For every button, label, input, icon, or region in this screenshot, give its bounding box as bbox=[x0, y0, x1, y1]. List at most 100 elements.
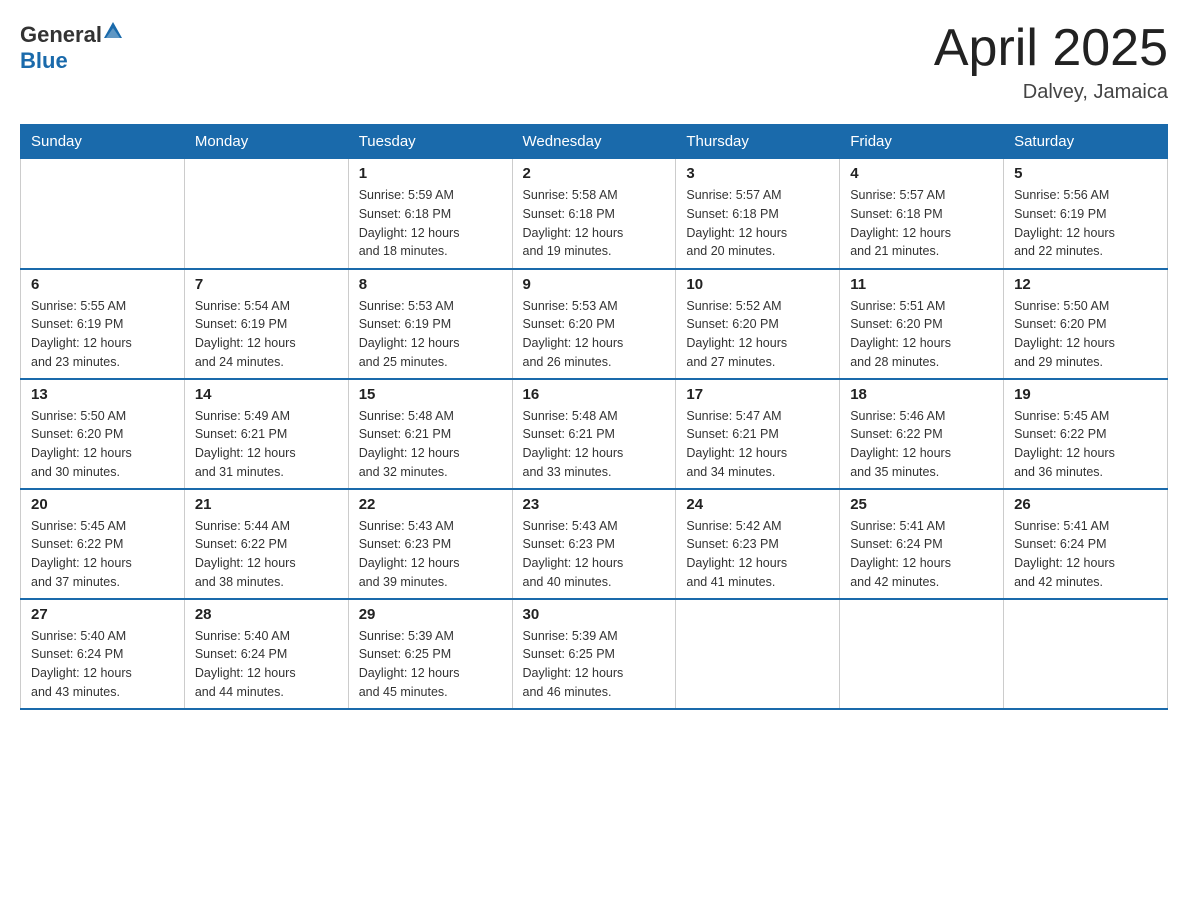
day-info: Sunrise: 5:48 AMSunset: 6:21 PMDaylight:… bbox=[523, 407, 666, 482]
day-info: Sunrise: 5:51 AMSunset: 6:20 PMDaylight:… bbox=[850, 297, 993, 372]
day-info: Sunrise: 5:47 AMSunset: 6:21 PMDaylight:… bbox=[686, 407, 829, 482]
calendar-cell: 28 Sunrise: 5:40 AMSunset: 6:24 PMDayligh… bbox=[184, 599, 348, 709]
day-info: Sunrise: 5:41 AMSunset: 6:24 PMDaylight:… bbox=[850, 517, 993, 592]
day-number: 24 bbox=[686, 496, 829, 513]
calendar-cell: 18Sunrise: 5:46 AMSunset: 6:22 PMDayligh… bbox=[840, 379, 1004, 489]
calendar-cell: 20 Sunrise: 5:45 AMSunset: 6:22 PMDayligh… bbox=[21, 489, 185, 599]
day-number: 7 bbox=[195, 276, 338, 293]
calendar-cell: 29 Sunrise: 5:39 AMSunset: 6:25 PMDayligh… bbox=[348, 599, 512, 709]
day-info: Sunrise: 5:50 AMSunset: 6:20 PMDaylight:… bbox=[1014, 297, 1157, 372]
page-subtitle: Dalvey, Jamaica bbox=[934, 81, 1168, 104]
day-number: 25 bbox=[850, 496, 993, 513]
calendar-cell: 8 Sunrise: 5:53 AMSunset: 6:19 PMDaylight… bbox=[348, 269, 512, 379]
day-info: Sunrise: 5:41 AMSunset: 6:24 PMDaylight:… bbox=[1014, 517, 1157, 592]
day-number: 9 bbox=[523, 276, 666, 293]
day-info: Sunrise: 5:52 AMSunset: 6:20 PMDaylight:… bbox=[686, 297, 829, 372]
calendar-cell: 10 Sunrise: 5:52 AMSunset: 6:20 PMDayligh… bbox=[676, 269, 840, 379]
calendar-cell: 19Sunrise: 5:45 AMSunset: 6:22 PMDayligh… bbox=[1004, 379, 1168, 489]
page-header: General Blue April 2025 Dalvey, Jamaica bbox=[20, 20, 1168, 104]
day-info: Sunrise: 5:55 AMSunset: 6:19 PMDaylight:… bbox=[31, 297, 174, 372]
day-info: Sunrise: 5:43 AMSunset: 6:23 PMDaylight:… bbox=[359, 517, 502, 592]
day-number: 27 bbox=[31, 606, 174, 623]
calendar-cell bbox=[184, 159, 348, 269]
logo-blue: Blue bbox=[20, 48, 68, 73]
calendar-cell: 3Sunrise: 5:57 AMSunset: 6:18 PMDaylight… bbox=[676, 159, 840, 269]
calendar-week-2: 6 Sunrise: 5:55 AMSunset: 6:19 PMDaylight… bbox=[21, 269, 1168, 379]
calendar-cell: 30Sunrise: 5:39 AMSunset: 6:25 PMDayligh… bbox=[512, 599, 676, 709]
day-info: Sunrise: 5:53 AMSunset: 6:20 PMDaylight:… bbox=[523, 297, 666, 372]
calendar-cell: 16 Sunrise: 5:48 AMSunset: 6:21 PMDayligh… bbox=[512, 379, 676, 489]
logo-icon bbox=[102, 20, 124, 42]
calendar-header: SundayMondayTuesdayWednesdayThursdayFrid… bbox=[21, 125, 1168, 159]
day-info: Sunrise: 5:56 AMSunset: 6:19 PMDaylight:… bbox=[1014, 186, 1157, 261]
day-number: 20 bbox=[31, 496, 174, 513]
calendar-week-1: 1 Sunrise: 5:59 AMSunset: 6:18 PMDaylight… bbox=[21, 159, 1168, 269]
day-info: Sunrise: 5:57 AMSunset: 6:18 PMDaylight:… bbox=[686, 186, 829, 261]
day-number: 23 bbox=[523, 496, 666, 513]
day-info: Sunrise: 5:46 AMSunset: 6:22 PMDaylight:… bbox=[850, 407, 993, 482]
calendar-cell: 4 Sunrise: 5:57 AMSunset: 6:18 PMDaylight… bbox=[840, 159, 1004, 269]
calendar-cell: 5 Sunrise: 5:56 AMSunset: 6:19 PMDaylight… bbox=[1004, 159, 1168, 269]
calendar-cell: 23 Sunrise: 5:43 AMSunset: 6:23 PMDayligh… bbox=[512, 489, 676, 599]
calendar-cell: 6 Sunrise: 5:55 AMSunset: 6:19 PMDaylight… bbox=[21, 269, 185, 379]
day-info: Sunrise: 5:53 AMSunset: 6:19 PMDaylight:… bbox=[359, 297, 502, 372]
calendar-cell: 15Sunrise: 5:48 AMSunset: 6:21 PMDayligh… bbox=[348, 379, 512, 489]
day-number: 29 bbox=[359, 606, 502, 623]
day-info: Sunrise: 5:59 AMSunset: 6:18 PMDaylight:… bbox=[359, 186, 502, 261]
calendar-cell bbox=[1004, 599, 1168, 709]
calendar-cell: 26 Sunrise: 5:41 AMSunset: 6:24 PMDayligh… bbox=[1004, 489, 1168, 599]
day-info: Sunrise: 5:48 AMSunset: 6:21 PMDaylight:… bbox=[359, 407, 502, 482]
day-number: 8 bbox=[359, 276, 502, 293]
calendar-week-4: 20 Sunrise: 5:45 AMSunset: 6:22 PMDayligh… bbox=[21, 489, 1168, 599]
day-number: 17 bbox=[686, 386, 829, 403]
calendar-week-3: 13Sunrise: 5:50 AMSunset: 6:20 PMDayligh… bbox=[21, 379, 1168, 489]
day-info: Sunrise: 5:58 AMSunset: 6:18 PMDaylight:… bbox=[523, 186, 666, 261]
day-info: Sunrise: 5:42 AMSunset: 6:23 PMDaylight:… bbox=[686, 517, 829, 592]
day-number: 11 bbox=[850, 276, 993, 293]
day-info: Sunrise: 5:45 AMSunset: 6:22 PMDaylight:… bbox=[31, 517, 174, 592]
calendar-body: 1 Sunrise: 5:59 AMSunset: 6:18 PMDaylight… bbox=[21, 159, 1168, 709]
day-number: 26 bbox=[1014, 496, 1157, 513]
calendar-table: SundayMondayTuesdayWednesdayThursdayFrid… bbox=[20, 124, 1168, 710]
day-info: Sunrise: 5:39 AMSunset: 6:25 PMDaylight:… bbox=[359, 627, 502, 702]
weekday-header-saturday: Saturday bbox=[1004, 125, 1168, 159]
calendar-cell bbox=[840, 599, 1004, 709]
calendar-cell: 13Sunrise: 5:50 AMSunset: 6:20 PMDayligh… bbox=[21, 379, 185, 489]
day-number: 19 bbox=[1014, 386, 1157, 403]
day-number: 1 bbox=[359, 165, 502, 182]
calendar-cell: 27 Sunrise: 5:40 AMSunset: 6:24 PMDayligh… bbox=[21, 599, 185, 709]
page-title: April 2025 bbox=[934, 20, 1168, 77]
calendar-cell: 2Sunrise: 5:58 AMSunset: 6:18 PMDaylight… bbox=[512, 159, 676, 269]
logo-text: General Blue bbox=[20, 20, 124, 74]
day-number: 6 bbox=[31, 276, 174, 293]
day-info: Sunrise: 5:50 AMSunset: 6:20 PMDaylight:… bbox=[31, 407, 174, 482]
calendar-cell bbox=[676, 599, 840, 709]
weekday-header-wednesday: Wednesday bbox=[512, 125, 676, 159]
calendar-cell: 9 Sunrise: 5:53 AMSunset: 6:20 PMDaylight… bbox=[512, 269, 676, 379]
day-info: Sunrise: 5:39 AMSunset: 6:25 PMDaylight:… bbox=[523, 627, 666, 702]
day-info: Sunrise: 5:57 AMSunset: 6:18 PMDaylight:… bbox=[850, 186, 993, 261]
day-number: 4 bbox=[850, 165, 993, 182]
day-info: Sunrise: 5:49 AMSunset: 6:21 PMDaylight:… bbox=[195, 407, 338, 482]
calendar-cell: 14Sunrise: 5:49 AMSunset: 6:21 PMDayligh… bbox=[184, 379, 348, 489]
calendar-cell: 22 Sunrise: 5:43 AMSunset: 6:23 PMDayligh… bbox=[348, 489, 512, 599]
day-info: Sunrise: 5:43 AMSunset: 6:23 PMDaylight:… bbox=[523, 517, 666, 592]
title-area: April 2025 Dalvey, Jamaica bbox=[934, 20, 1168, 104]
day-number: 21 bbox=[195, 496, 338, 513]
day-number: 5 bbox=[1014, 165, 1157, 182]
day-number: 10 bbox=[686, 276, 829, 293]
weekday-header-monday: Monday bbox=[184, 125, 348, 159]
day-info: Sunrise: 5:44 AMSunset: 6:22 PMDaylight:… bbox=[195, 517, 338, 592]
day-number: 12 bbox=[1014, 276, 1157, 293]
calendar-cell: 17 Sunrise: 5:47 AMSunset: 6:21 PMDayligh… bbox=[676, 379, 840, 489]
weekday-header-sunday: Sunday bbox=[21, 125, 185, 159]
day-number: 22 bbox=[359, 496, 502, 513]
weekday-header-row: SundayMondayTuesdayWednesdayThursdayFrid… bbox=[21, 125, 1168, 159]
day-number: 16 bbox=[523, 386, 666, 403]
day-info: Sunrise: 5:40 AMSunset: 6:24 PMDaylight:… bbox=[195, 627, 338, 702]
calendar-week-5: 27 Sunrise: 5:40 AMSunset: 6:24 PMDayligh… bbox=[21, 599, 1168, 709]
day-number: 28 bbox=[195, 606, 338, 623]
weekday-header-tuesday: Tuesday bbox=[348, 125, 512, 159]
day-info: Sunrise: 5:40 AMSunset: 6:24 PMDaylight:… bbox=[31, 627, 174, 702]
logo-general: General bbox=[20, 22, 102, 47]
